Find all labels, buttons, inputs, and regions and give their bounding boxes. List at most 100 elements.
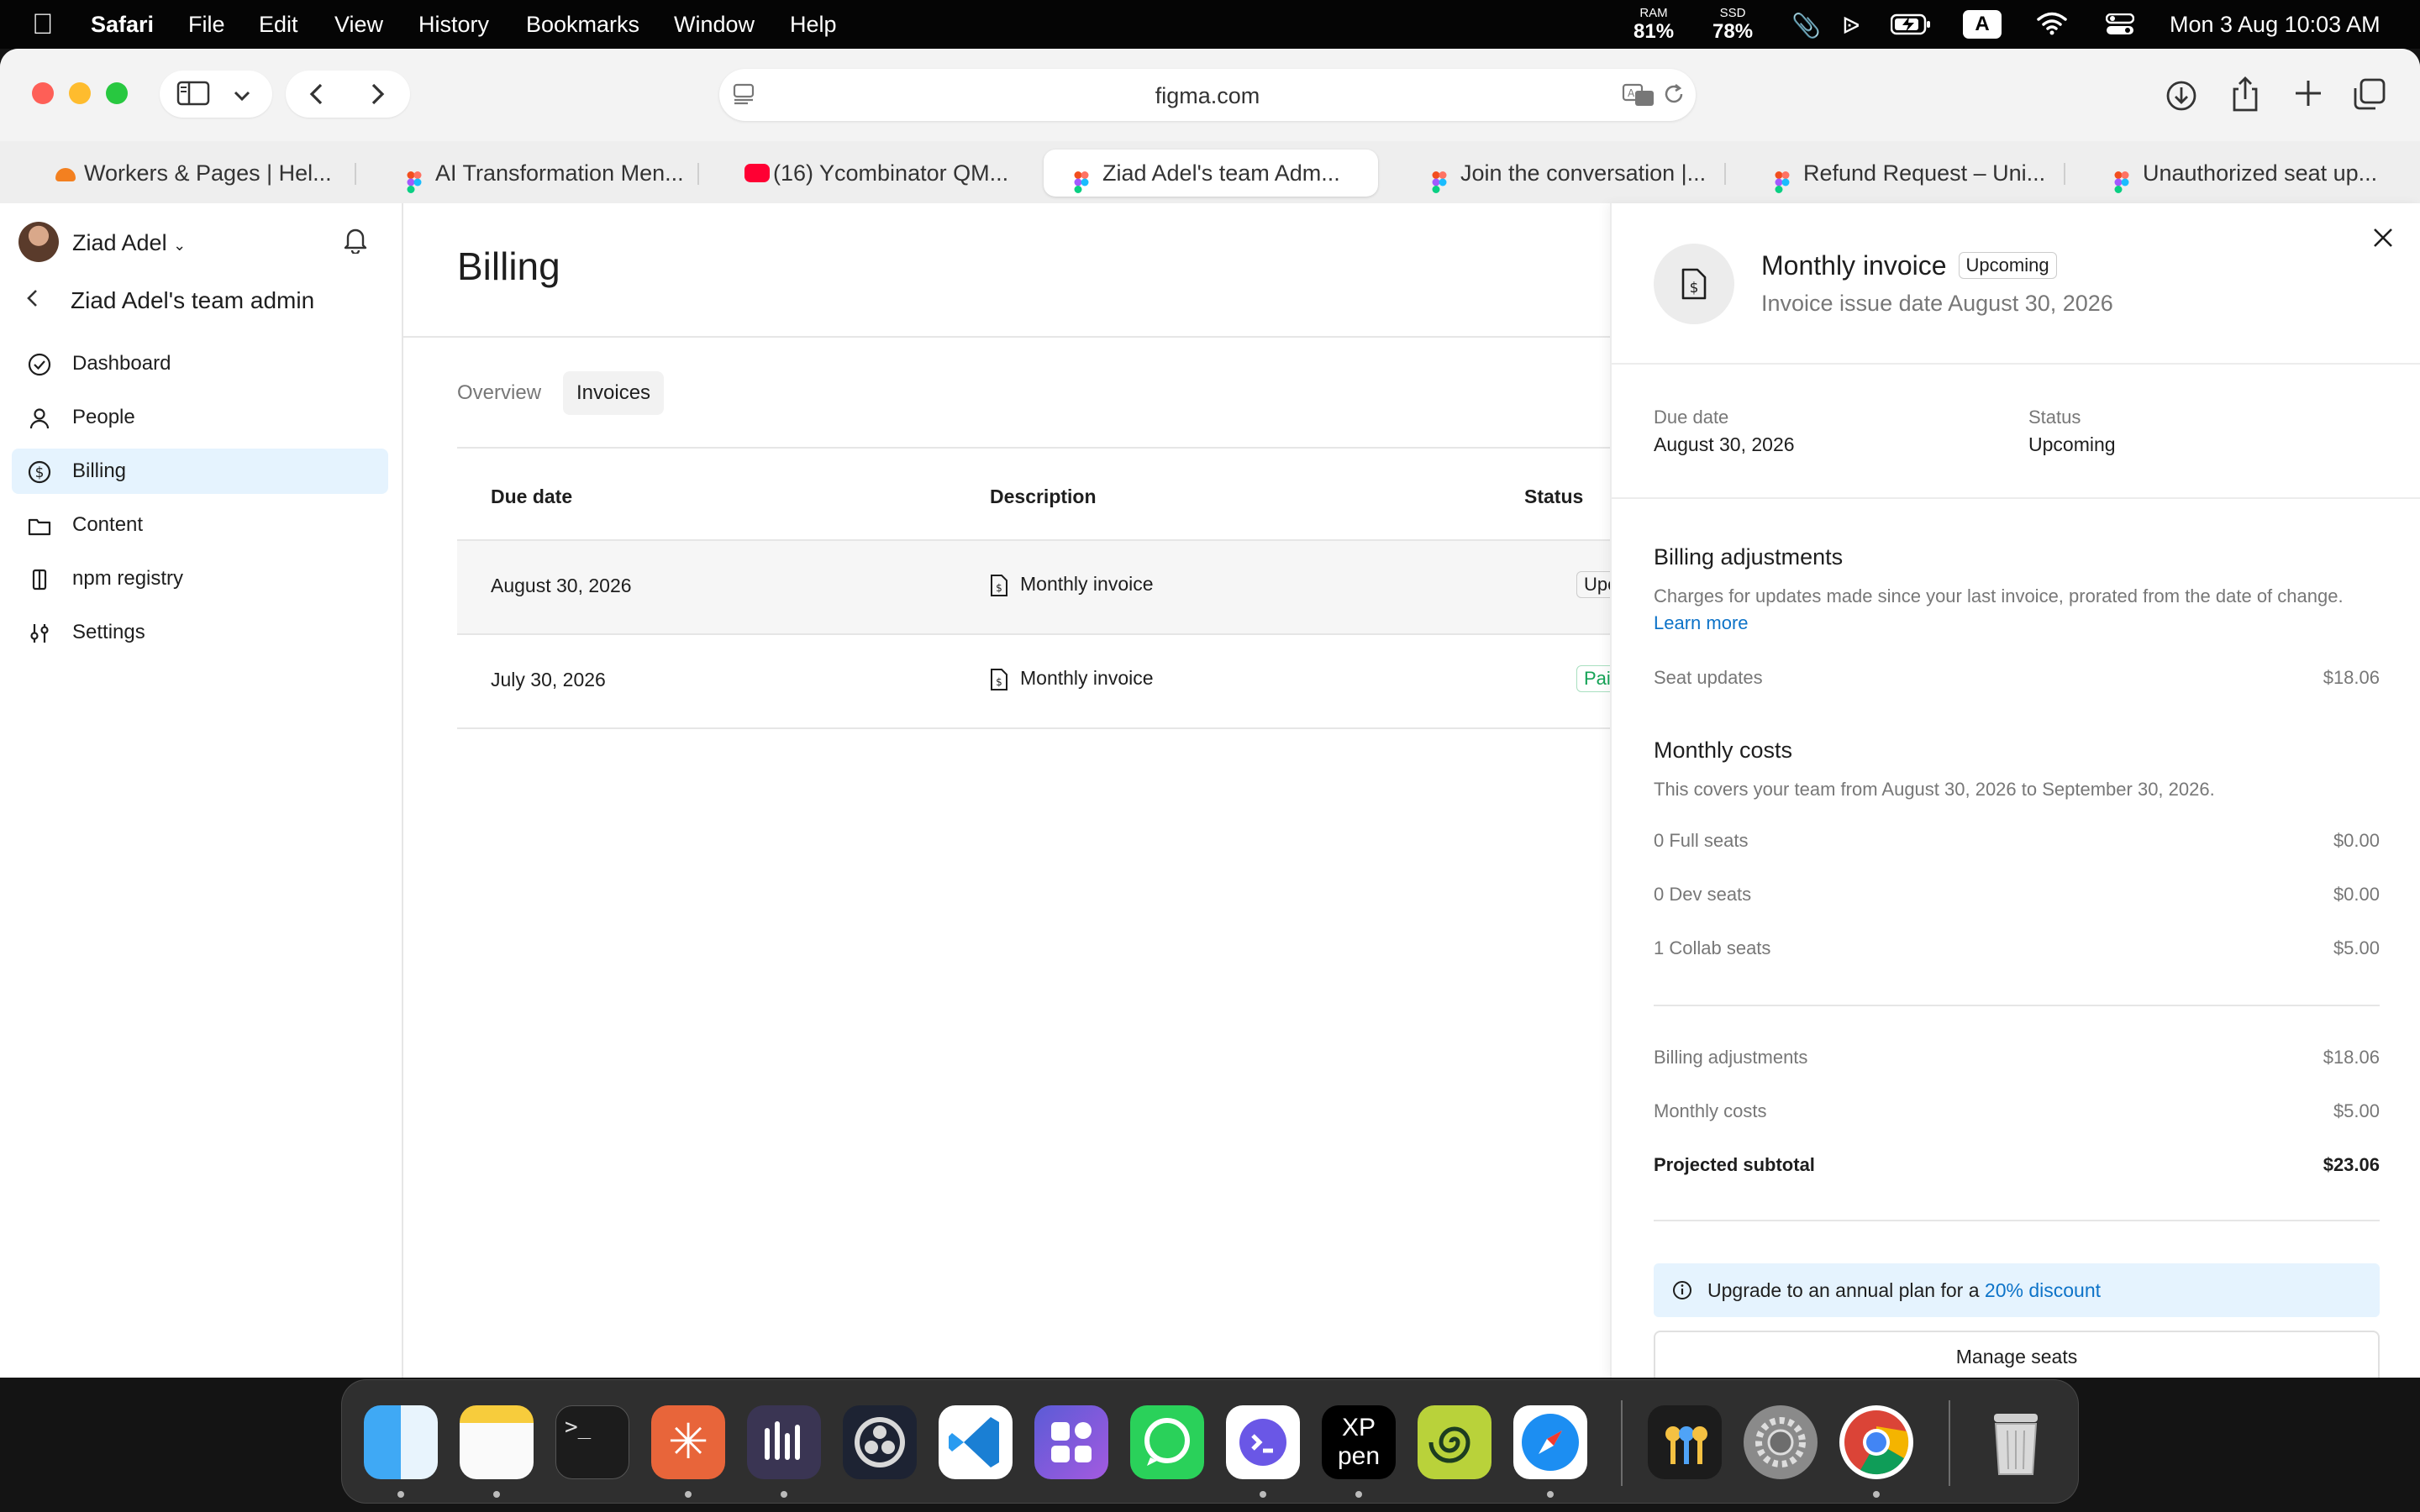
address-bar[interactable]: figma.com A [719,69,1696,121]
billing-adjustments-heading: Billing adjustments [1654,544,1844,570]
forward-arrow-icon[interactable] [366,82,388,111]
sidebar-item-npm-registry[interactable]: npm registry [12,556,388,601]
menu-bar:  Safari File Edit View History Bookmark… [0,0,2420,49]
divider [1654,1220,2380,1221]
table-row[interactable]: August 30, 2026 $Monthly invoice Upcomin… [457,539,1676,633]
bluetooth-icon[interactable]: ᐉ [1842,12,1860,39]
reload-icon[interactable] [1662,82,1686,112]
input-source-badge[interactable]: A [1963,10,2002,39]
xppen-icon[interactable]: XP pen [1322,1405,1396,1479]
whatsapp-icon[interactable] [1130,1405,1204,1479]
terminal-icon[interactable]: >_ [555,1405,629,1479]
tab-join-conversation[interactable]: Join the conversation |... [1402,150,1724,197]
download-icon[interactable] [2165,79,2198,118]
menu-bookmarks[interactable]: Bookmarks [526,12,639,38]
sidebar-item-dashboard[interactable]: Dashboard [12,341,388,386]
tab-bar: Workers & Pages | Hel... AI Transformati… [0,141,2420,203]
running-indicator [1355,1491,1362,1498]
spiral-app-icon[interactable] [1418,1405,1491,1479]
divider [403,336,1610,338]
tab-separator [355,163,356,185]
tab-invoices[interactable]: Invoices [563,371,665,415]
terminal-client-icon[interactable] [1226,1405,1300,1479]
discount-link[interactable]: 20% discount [1985,1279,2101,1301]
close-icon[interactable] [2371,222,2395,257]
sidebar-item-content[interactable]: Content [12,502,388,548]
invoice-description: $ Monthly invoice [990,573,1154,597]
app-menu[interactable]: Safari [91,12,154,38]
line-item: 0 Dev seats $0.00 [1654,884,2380,905]
line-item: 0 Full seats $0.00 [1654,830,2380,851]
shortcuts-icon[interactable] [1034,1405,1108,1479]
system-settings-icon[interactable] [1744,1405,1818,1479]
tab-refund-request[interactable]: Refund Request – Uni... [1744,150,2064,197]
tab-separator [697,163,699,185]
chrome-icon[interactable] [1839,1405,1913,1479]
menu-help[interactable]: Help [790,12,837,38]
tab-team-admin[interactable]: Ziad Adel's team Adm... [1044,150,1378,197]
billing-main: Billing Overview Invoices Due date Descr… [403,203,1676,1378]
minimize-window-button[interactable] [69,82,91,104]
tab-workers-pages[interactable]: Workers & Pages | Hel... [25,150,358,197]
tab-ai-transformation[interactable]: AI Transformation Men... [376,150,696,197]
menu-window[interactable]: Window [674,12,755,38]
translate-icon[interactable]: A [1622,82,1655,113]
ram-stat[interactable]: RAM 81% [1634,7,1674,42]
audio-app-icon[interactable] [747,1405,821,1479]
close-window-button[interactable] [32,82,54,104]
notes-icon[interactable] [460,1405,534,1479]
vscode-icon[interactable] [939,1405,1013,1479]
zoom-window-button[interactable] [106,82,128,104]
clock[interactable]: Mon 3 Aug 10:03 AM [2170,12,2381,38]
obs-studio-icon[interactable] [843,1405,917,1479]
bell-icon[interactable] [343,227,376,260]
menu-view[interactable]: View [334,12,383,38]
sidebar-item-settings[interactable]: Settings [12,610,388,655]
finder-icon[interactable] [364,1405,438,1479]
new-tab-icon[interactable] [2292,77,2324,114]
chevron-down-icon[interactable] [232,82,252,111]
sidebar-item-billing[interactable]: $ Billing [12,449,388,494]
running-indicator [1873,1491,1880,1498]
tab-youtube[interactable]: (16) Ycombinator QM... [714,150,1034,197]
safari-window: figma.com A Workers & Pages | Hel... AI … [0,49,2420,1378]
passwords-icon[interactable] [1648,1405,1722,1479]
tab-overview-icon[interactable] [2353,77,2386,116]
column-header-status[interactable]: Status [1524,486,1583,508]
battery-icon[interactable] [1890,13,1931,41]
control-center-icon[interactable] [2105,13,2135,41]
paperclip-icon[interactable]: 📎 [1791,12,1821,39]
manage-seats-button[interactable]: Manage seats [1654,1331,2380,1378]
cloudflare-icon [55,168,76,181]
share-icon[interactable] [2230,76,2260,118]
claude-icon[interactable]: ✳ [651,1405,725,1479]
apple-menu-icon[interactable]:  [32,8,54,41]
invoice-avatar: $ [1654,244,1734,324]
column-header-description[interactable]: Description [990,486,1097,508]
info-icon [1673,1281,1691,1299]
sidebar-item-people[interactable]: People [12,395,388,440]
back-arrow-icon[interactable] [306,82,328,111]
ssd-stat[interactable]: SSD 78% [1712,7,1753,42]
wifi-icon[interactable] [2037,12,2067,41]
running-indicator [1260,1491,1266,1498]
invoice-doc-icon: $ [991,668,1007,690]
trash-icon[interactable] [1979,1405,2053,1479]
back-to-team-link[interactable]: Ziad Adel's team admin [25,287,314,314]
sidebar-toggle-icon[interactable] [176,81,210,111]
dollar-circle-icon: $ [28,460,51,484]
menu-edit[interactable]: Edit [259,12,298,38]
svg-text:$: $ [996,582,1002,594]
divider [457,447,1610,449]
menu-history[interactable]: History [418,12,489,38]
summary-item: Billing adjustments $18.06 [1654,1047,2380,1068]
safari-icon[interactable] [1513,1405,1587,1479]
tab-unauthorized-seat[interactable]: Unauthorized seat up... [2084,150,2407,197]
menu-file[interactable]: File [188,12,225,38]
column-header-due-date[interactable]: Due date [491,486,572,508]
learn-more-link[interactable]: Learn more [1654,612,1749,633]
due-date-value: August 30, 2026 [1654,433,1795,455]
table-row[interactable]: July 30, 2026 $ Monthly invoice Paid [457,633,1629,727]
monthly-costs-description: This covers your team from August 30, 20… [1654,779,2215,800]
tab-overview[interactable]: Overview [444,371,555,415]
